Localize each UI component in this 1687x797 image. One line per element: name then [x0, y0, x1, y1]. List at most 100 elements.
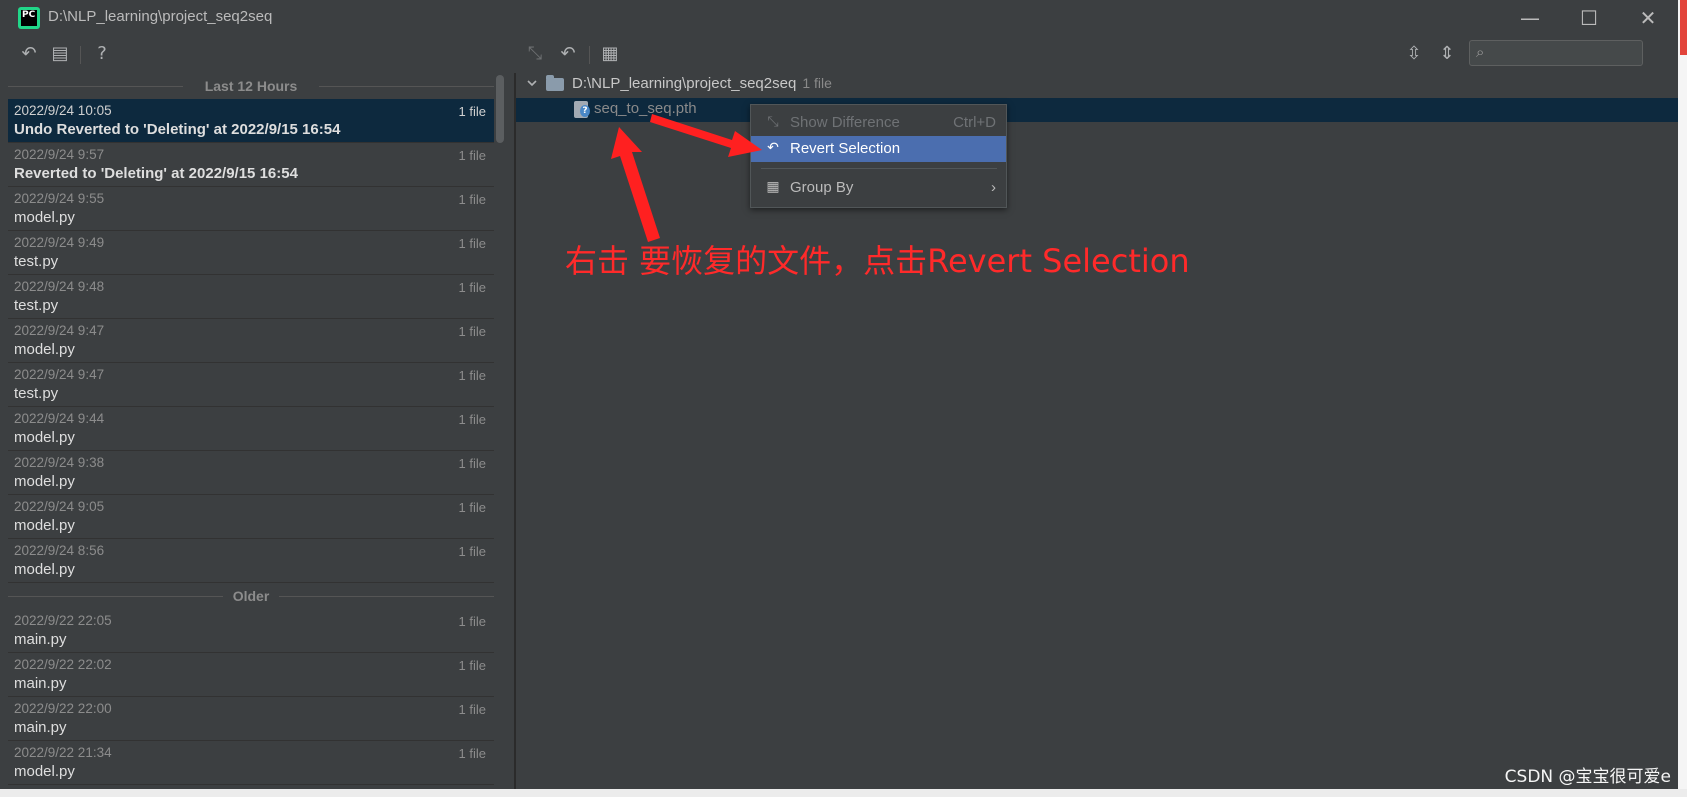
history-entry[interactable]: 2022/9/22 22:00 1 file main.py — [8, 697, 494, 741]
entry-description: test.py — [14, 253, 59, 270]
close-button[interactable]: ✕ — [1633, 6, 1663, 30]
background-bottom — [0, 789, 1687, 797]
entry-timestamp: 2022/9/24 9:05 — [14, 499, 105, 514]
entry-description: model.py — [14, 517, 75, 534]
entry-file-count: 1 file — [458, 280, 486, 295]
entry-file-count: 1 file — [458, 456, 486, 471]
entry-file-count: 1 file — [458, 412, 486, 427]
entry-timestamp: 2022/9/24 9:38 — [14, 455, 105, 470]
changes-tree: D:\NLP_learning\project_seq2seq 1 file se… — [516, 73, 1678, 789]
toolbar-separator — [80, 46, 81, 64]
entry-file-count: 1 file — [458, 614, 486, 629]
background-accent — [1680, 0, 1687, 55]
menu-item-show-difference[interactable]: ⤡ Show Difference Ctrl+D — [751, 110, 1006, 136]
entry-file-count: 1 file — [458, 544, 486, 559]
file-name: seq_to_seq.pth — [594, 100, 697, 117]
entry-timestamp: 2022/9/22 21:34 — [14, 745, 112, 760]
chevron-right-icon: › — [991, 179, 996, 196]
group-by-icon[interactable]: ▦ — [598, 42, 622, 66]
context-menu: ⤡ Show Difference Ctrl+D ↶ Revert Select… — [750, 104, 1007, 208]
entry-description: main.py — [14, 719, 67, 736]
entry-file-count: 1 file — [458, 104, 486, 119]
entry-description: model.py — [14, 209, 75, 226]
annotation-text: 右击 要恢复的文件，点击Revert Selection — [565, 242, 1190, 280]
history-entry[interactable]: 2022/9/24 9:38 1 file model.py — [8, 451, 494, 495]
entry-description: test.py — [14, 297, 59, 314]
entry-file-count: 1 file — [458, 148, 486, 163]
entry-file-count: 1 file — [458, 192, 486, 207]
entry-file-count: 1 file — [458, 368, 486, 383]
history-entry[interactable]: 2022/9/24 8:56 1 file model.py — [8, 539, 494, 583]
history-entry[interactable]: 2022/9/24 10:05 1 file Undo Reverted to 'D… — [8, 99, 494, 143]
pycharm-icon: PC — [18, 7, 40, 29]
entry-description: model.py — [14, 561, 75, 578]
history-entry[interactable]: 2022/9/24 9:57 1 file Reverted to 'Deletin… — [8, 143, 494, 187]
maximize-button[interactable]: ☐ — [1574, 6, 1604, 30]
history-list: Last 12 Hours 2022/9/24 10:05 1 file Undo … — [8, 73, 494, 789]
entry-description: main.py — [14, 675, 67, 692]
history-entry[interactable]: 2022/9/22 22:02 1 file main.py — [8, 653, 494, 697]
folder-icon — [546, 75, 564, 91]
file-icon[interactable]: ▤ — [48, 42, 72, 66]
title-bar: PC D:\NLP_learning\project_seq2seq — ☐ ✕ — [0, 0, 1678, 36]
entry-description: main.py — [14, 631, 67, 648]
group-by-icon: ▦ — [766, 179, 780, 195]
entry-file-count: 1 file — [458, 500, 486, 515]
root-file-count: 1 file — [802, 75, 832, 91]
history-entry[interactable]: 2022/9/24 9:49 1 file test.py — [8, 231, 494, 275]
history-entry[interactable]: 2022/9/24 9:48 1 file test.py — [8, 275, 494, 319]
undo-icon[interactable]: ↶ — [17, 42, 41, 66]
show-diff-icon[interactable]: ⤡ — [523, 42, 547, 66]
entry-description: model.py — [14, 429, 75, 446]
entry-file-count: 1 file — [458, 324, 486, 339]
revert-icon: ↶ — [767, 140, 779, 156]
menu-separator — [761, 168, 997, 169]
revert-icon[interactable]: ↶ — [556, 42, 580, 66]
entry-timestamp: 2022/9/24 9:57 — [14, 147, 105, 162]
toolbar: ↶ ▤ ? ⤡ ↶ ▦ ⇳ ⇕ — [0, 36, 1678, 72]
entry-timestamp: 2022/9/24 9:55 — [14, 191, 105, 206]
history-entry[interactable]: 2022/9/24 9:44 1 file model.py — [8, 407, 494, 451]
entry-timestamp: 2022/9/24 8:56 — [14, 543, 105, 558]
search-field[interactable]: ⌕ — [1469, 40, 1643, 66]
watermark: CSDN @宝宝很可爱e — [1504, 767, 1671, 787]
expand-all-icon[interactable]: ⇳ — [1402, 42, 1426, 66]
entry-timestamp: 2022/9/24 9:47 — [14, 323, 105, 338]
entry-timestamp: 2022/9/24 10:05 — [14, 103, 112, 118]
unversioned-file-icon — [574, 101, 590, 118]
local-history-window: PC D:\NLP_learning\project_seq2seq — ☐ ✕… — [0, 0, 1679, 789]
toolbar-separator — [589, 46, 590, 64]
entry-file-count: 1 file — [458, 236, 486, 251]
entry-description: model.py — [14, 763, 75, 780]
entry-timestamp: 2022/9/24 9:44 — [14, 411, 105, 426]
background-window-edge — [1678, 0, 1687, 797]
entry-description: Undo Reverted to 'Deleting' at 2022/9/15… — [14, 121, 341, 138]
section-header-recent: Last 12 Hours — [8, 73, 494, 99]
history-scrollbar[interactable] — [494, 73, 506, 789]
window-title: D:\NLP_learning\project_seq2seq — [48, 8, 273, 25]
entry-description: model.py — [14, 341, 75, 358]
history-entry[interactable]: 2022/9/22 22:05 1 file main.py — [8, 609, 494, 653]
history-entry[interactable]: 2022/9/24 9:55 1 file model.py — [8, 187, 494, 231]
entry-timestamp: 2022/9/22 22:00 — [14, 701, 112, 716]
history-entry[interactable]: 2022/9/24 9:05 1 file model.py — [8, 495, 494, 539]
menu-item-group-by[interactable]: ▦ Group By › — [751, 175, 1006, 201]
history-entry[interactable]: 2022/9/24 9:47 1 file test.py — [8, 363, 494, 407]
collapse-all-icon[interactable]: ⇕ — [1435, 42, 1459, 66]
tree-file-node[interactable]: seq_to_seq.pth — [516, 98, 1678, 122]
chevron-down-icon[interactable] — [526, 77, 538, 89]
history-entry[interactable]: 2022/9/22 21:34 1 file model.py — [8, 741, 494, 785]
search-icon: ⌕ — [1476, 43, 1485, 61]
help-icon[interactable]: ? — [90, 42, 114, 66]
minimize-button[interactable]: — — [1515, 6, 1545, 30]
section-header-older: Older — [8, 583, 494, 609]
history-entry[interactable]: 2022/9/24 9:47 1 file model.py — [8, 319, 494, 363]
entry-description: Reverted to 'Deleting' at 2022/9/15 16:5… — [14, 165, 298, 182]
entry-timestamp: 2022/9/24 9:48 — [14, 279, 105, 294]
scrollbar-thumb[interactable] — [496, 75, 504, 143]
tree-root-node[interactable]: D:\NLP_learning\project_seq2seq 1 file — [516, 73, 1678, 97]
entry-timestamp: 2022/9/22 22:05 — [14, 613, 112, 628]
entry-file-count: 1 file — [458, 746, 486, 761]
show-diff-icon: ⤡ — [767, 114, 779, 130]
menu-item-revert-selection[interactable]: ↶ Revert Selection — [751, 136, 1006, 162]
